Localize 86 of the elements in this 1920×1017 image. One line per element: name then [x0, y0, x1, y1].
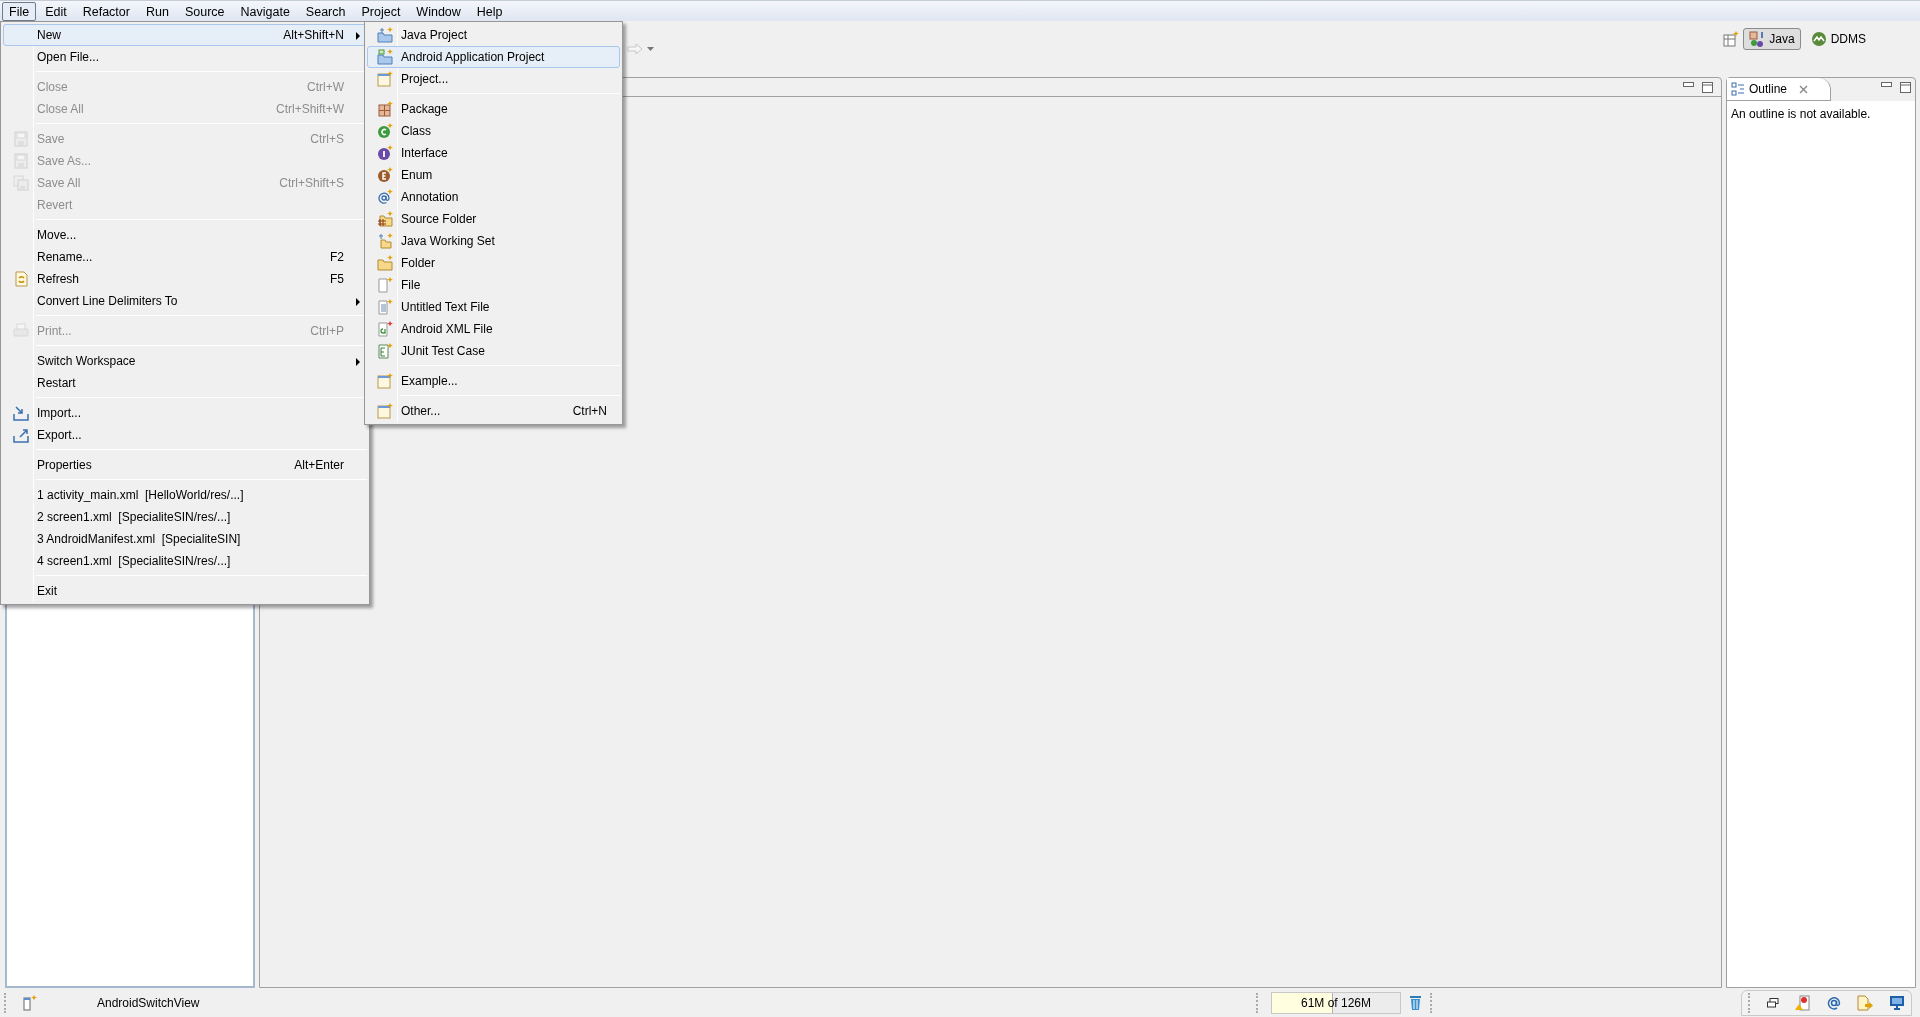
outline-message: An outline is not available. [1731, 107, 1871, 121]
monitor-icon[interactable] [1889, 995, 1905, 1010]
maximize-icon[interactable] [1900, 82, 1911, 93]
menu-item[interactable]: Search [298, 2, 353, 21]
at-sign-icon [376, 189, 393, 205]
test-case-icon [376, 343, 393, 359]
maximize-icon[interactable] [1702, 82, 1713, 93]
menu-item[interactable]: Source [177, 2, 232, 21]
problems-icon[interactable] [1795, 994, 1811, 1011]
menu-item[interactable]: Source Folder [367, 208, 620, 230]
export-icon [12, 427, 29, 443]
menu-item[interactable]: Untitled Text File [367, 296, 620, 318]
menu-item[interactable]: Navigate [233, 2, 297, 21]
class-icon [376, 123, 393, 139]
project-folder-icon [376, 49, 393, 65]
menu-item[interactable]: Annotation [367, 186, 620, 208]
menu-item[interactable]: File [2, 2, 37, 21]
enum-icon [376, 167, 393, 183]
menu-item[interactable]: Switch Workspace [3, 350, 367, 372]
menu-item[interactable]: Edit [38, 2, 74, 21]
menu-item[interactable]: Properties Alt+Enter [3, 454, 367, 476]
new-window-icon [376, 373, 393, 389]
menu-item[interactable]: Help [469, 2, 510, 21]
status-selection: AndroidSwitchView [97, 994, 200, 1012]
menu-item[interactable]: Interface [367, 142, 620, 164]
menu-item[interactable]: Project... [367, 68, 620, 90]
menu-item[interactable]: 1 activity_main.xml [HelloWorld/res/...] [3, 484, 367, 506]
menu-item[interactable]: Example... [367, 370, 620, 392]
trash-icon[interactable] [1409, 994, 1422, 1011]
menu-item[interactable]: Folder [367, 252, 620, 274]
minimize-icon[interactable] [1881, 82, 1892, 88]
dropdown-caret-icon[interactable] [647, 47, 654, 51]
menu-item[interactable]: File [367, 274, 620, 296]
menu-item[interactable]: Window [409, 2, 468, 21]
menu-item[interactable]: 3 AndroidManifest.xml [SpecialiteSIN] [3, 528, 367, 550]
menu-item[interactable]: Refresh F5 [3, 268, 367, 290]
menu-item[interactable]: Enum [367, 164, 620, 186]
restore-icon[interactable] [1767, 997, 1779, 1008]
close-icon[interactable] [1799, 84, 1809, 94]
menu-item[interactable]: Java Working Set [367, 230, 620, 252]
xml-file-icon [376, 321, 393, 337]
refresh-icon [12, 271, 29, 287]
menu-item[interactable]: Other... Ctrl+N [367, 400, 620, 422]
menu-item[interactable]: Move... [3, 224, 367, 246]
menu-item[interactable]: Run [138, 2, 176, 21]
menu-item[interactable]: Convert Line Delimiters To [3, 290, 367, 312]
menu-item[interactable]: Refactor [75, 2, 137, 21]
project-folder-icon [376, 27, 393, 43]
menu-item[interactable]: 2 screen1.xml [SpecialiteSIN/res/...] [3, 506, 367, 528]
working-set-icon [376, 233, 393, 249]
menu-item[interactable]: Rename... F2 [3, 246, 367, 268]
file-icon [376, 277, 393, 293]
menu-item[interactable]: Android Application Project [367, 46, 620, 68]
menu-item[interactable]: 4 screen1.xml [SpecialiteSIN/res/...] [3, 550, 367, 572]
at-sign-icon[interactable] [1827, 995, 1841, 1010]
view-icon [23, 994, 37, 1011]
menu-item[interactable]: New Alt+Shift+N [3, 24, 367, 46]
menu-item[interactable]: Package [367, 98, 620, 120]
outline-icon [1731, 82, 1745, 96]
import-icon [12, 405, 29, 421]
open-perspective-icon[interactable] [1723, 31, 1740, 47]
menu-item[interactable]: JUnit Test Case [367, 340, 620, 362]
printer-icon [12, 323, 29, 339]
source-folder-icon [376, 211, 393, 227]
menu-item[interactable]: Restart [3, 372, 367, 394]
menu-item[interactable]: Project [354, 2, 408, 21]
text-file-icon [376, 299, 393, 315]
menu-item[interactable]: Android XML File [367, 318, 620, 340]
ddms-perspective-icon [1810, 31, 1827, 47]
menu-item[interactable]: Export... [3, 424, 367, 446]
menu-item[interactable]: Class [367, 120, 620, 142]
folder-icon [376, 255, 393, 271]
menu-item[interactable]: Exit [3, 580, 367, 602]
menu-item[interactable]: Java Project [367, 24, 620, 46]
minimize-icon[interactable] [1683, 82, 1694, 88]
floppy-disks-icon [12, 175, 29, 191]
java-perspective-icon [1749, 31, 1766, 47]
perspective-button[interactable]: Java [1743, 28, 1801, 50]
new-window-icon [376, 71, 393, 87]
new-window-icon [376, 403, 393, 419]
menu-item[interactable]: Open File... [3, 46, 367, 68]
package-icon [376, 101, 393, 117]
interface-icon [376, 145, 393, 161]
perspective-button[interactable]: DDMS [1804, 28, 1872, 50]
memory-reading: 61M of 126M [1300, 994, 1371, 1012]
menu-item[interactable]: Import... [3, 402, 367, 424]
